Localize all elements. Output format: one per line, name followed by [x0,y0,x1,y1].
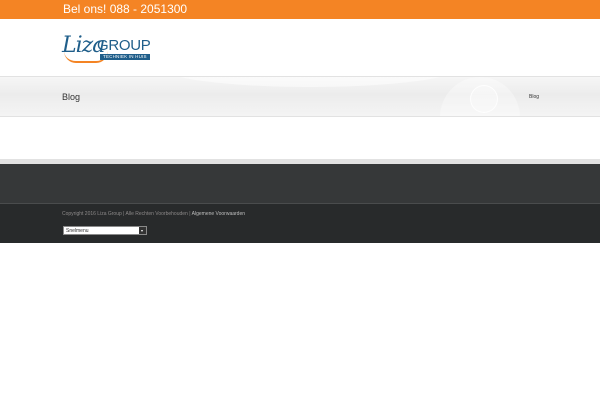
main-content [0,117,600,159]
terms-link[interactable]: Algemene Voorwaarden [192,211,245,217]
copyright-text: Copyright 2016 Liza Group | Alle Rechten… [62,211,192,217]
decorative-highlight [160,77,460,87]
footer-widgets [0,164,600,203]
breadcrumb: Blog [529,94,540,100]
quick-menu-select[interactable]: Snelmenu [63,226,147,235]
top-bar: Bel ons! 088 - 2051300 [0,0,600,19]
copyright-line: Copyright 2016 Liza Group | Alle Rechten… [62,211,245,217]
copyright-area: Copyright 2016 Liza Group | Alle Rechten… [0,203,600,243]
decorative-bubble [470,85,498,113]
logo[interactable]: Liza GROUP TECHNIEK IN HUIS [62,34,162,64]
quick-menu-selected: Snelmenu [66,228,89,234]
chevron-down-icon[interactable] [139,227,146,234]
page-title: Blog [62,92,81,102]
page-title-bar: Blog Blog [0,76,600,117]
site-header: Liza GROUP TECHNIEK IN HUIS [0,19,600,76]
phone-number[interactable]: Bel ons! 088 - 2051300 [63,2,187,17]
logo-tagline: TECHNIEK IN HUIS [100,54,150,60]
